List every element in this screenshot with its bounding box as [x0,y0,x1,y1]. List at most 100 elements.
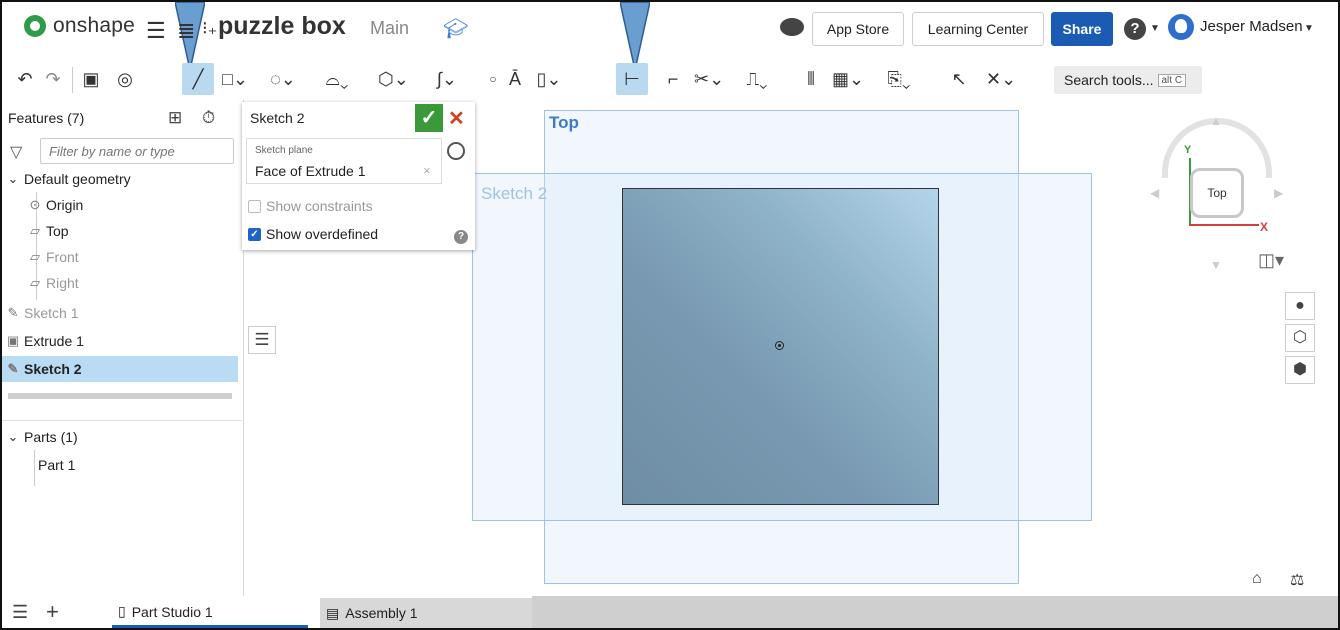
default-geometry-group[interactable]: ⌄ Default geometry [2,166,242,192]
help-caret-icon[interactable]: ▼ [1150,23,1160,34]
search-shortcut-badge: alt C [1157,73,1187,87]
pattern-tool-icon[interactable]: ▦⌄ [832,63,864,95]
view-cube-up-arrow-icon[interactable]: ▲ [1210,114,1222,128]
feature-extrude-1[interactable]: ▣ Extrude 1 [2,328,242,354]
feature-sketch-2[interactable]: ✎ Sketch 2 [2,356,238,382]
offset-tool-icon[interactable]: ⎍⌄ [744,63,770,95]
explode-view-icon[interactable]: ⬢ [1285,356,1315,384]
feature-sketch-1[interactable]: ✎ Sketch 1 [2,300,242,326]
feature-origin[interactable]: ⊙ Origin [2,192,242,218]
sketch-pencil-icon: ✎ [7,361,19,376]
import-dxf-icon[interactable]: ⎘⌄ [886,63,912,95]
add-tab-plus-icon[interactable]: + [46,599,59,625]
dimension-tool-icon[interactable]: ⊢ [616,63,648,95]
tab-bar-left: ☰ + ▯ Part Studio 1 ▤ Assembly 1 [2,596,532,628]
accept-check-icon[interactable]: ✓ [415,104,443,132]
text-tool-icon[interactable]: Ā [502,63,528,95]
add-folder-icon[interactable]: ⊞ [168,108,182,128]
construction-tool-icon[interactable]: ▯⌄ [536,63,562,95]
feature-top-plane[interactable]: ▱ Top [2,218,242,244]
use-icon[interactable]: ◎ [112,63,138,95]
feature-label: Origin [46,197,84,213]
fillet-tool-icon[interactable]: ⌐ [660,63,686,95]
comment-icon[interactable] [780,18,804,36]
section-view-icon[interactable]: ⬡ [1285,324,1315,352]
feature-list-icon[interactable]: ≣ [177,18,195,44]
feature-front-plane[interactable]: ▱ Front [2,244,242,270]
branch-label[interactable]: Main [370,18,409,39]
intersection-tool-icon[interactable]: ✕⌄ [986,63,1016,95]
redo-icon[interactable]: ↷ [40,63,66,95]
view-cube-right-arrow-icon[interactable]: ▶ [1274,186,1283,200]
origin-point-icon[interactable] [775,341,784,350]
feature-list-header: Features (7) ⊞ ⏱ [2,100,242,136]
app-store-button[interactable]: App Store [812,12,904,46]
assembly-icon: ▤ [326,604,340,621]
sketch-dialog-title: Sketch 2 [250,110,305,126]
rollback-bar[interactable] [8,393,232,399]
appearance-icon[interactable]: ● [1285,292,1315,320]
user-avatar[interactable] [1168,14,1194,40]
hamburger-menu-icon[interactable]: ☰ [146,18,166,44]
share-button[interactable]: Share [1051,12,1113,46]
learning-cap-icon[interactable]: 🎓︎ [443,16,468,41]
sketch-list-toggle-icon[interactable]: ☰ [248,326,276,354]
onshape-logo[interactable]: onshape [24,14,135,38]
line-tool-icon[interactable]: ╱ [182,63,214,95]
history-clock-icon[interactable] [447,142,465,160]
show-overdefined-checkbox[interactable]: ✓ Show overdefined [248,224,458,244]
sketch-icon[interactable]: ▣ [78,63,104,95]
feature-label: Front [46,249,79,265]
tab-assembly-1[interactable]: ▤ Assembly 1 [320,598,532,628]
onshape-logo-icon [24,15,46,37]
circle-tool-icon[interactable]: ◌⌄ [270,63,296,95]
plane-icon: ▱ [30,275,40,290]
sketch-dialog: Sketch 2 ✓ ✕ Sketch plane Face of Extrud… [242,102,475,250]
transform-tool-icon[interactable]: ↖ [946,63,972,95]
user-name[interactable]: Jesper Madsen [1200,18,1303,35]
mirror-tool-icon[interactable]: ⫴ [798,63,824,95]
feature-filter-input[interactable] [40,138,234,164]
rebuild-timer-icon[interactable]: ⏱ [202,108,215,128]
polygon-tool-icon[interactable]: ⬡⌄ [378,63,409,95]
x-axis-line [1189,224,1259,226]
tab-part-studio-1[interactable]: ▯ Part Studio 1 [112,598,308,628]
measure-tool-icon[interactable]: ⌂ [1252,570,1262,588]
document-title[interactable]: puzzle box [218,12,346,41]
filter-funnel-icon[interactable]: ▽ [10,142,22,162]
sketch-plane-field[interactable]: Sketch plane Face of Extrude 1 × [246,138,442,184]
parts-group[interactable]: ⌄ Parts (1) [2,424,242,450]
view-cube-top-face[interactable]: Top [1190,168,1244,218]
help-icon[interactable]: ? [1124,18,1146,40]
clear-selection-icon[interactable]: × [423,163,431,178]
show-constraints-checkbox[interactable]: Show constraints [248,196,458,216]
arc-tool-icon[interactable]: ⌓⌄ [324,63,350,95]
extrude-icon: ▣ [6,333,20,348]
view-cube-left-arrow-icon[interactable]: ◀ [1150,186,1159,200]
part-label: Part 1 [38,457,76,473]
search-tools-input[interactable]: Search tools... alt C [1054,66,1202,94]
toolbar-divider [72,67,73,93]
part-item[interactable]: Part 1 [2,452,242,478]
view-cube-down-arrow-icon[interactable]: ▼ [1210,258,1222,272]
help-question-icon[interactable]: ? [454,230,468,244]
version-graph-icon[interactable]: ⁝₊ [202,18,217,39]
feature-label: Top [46,223,69,239]
user-menu-caret-icon[interactable]: ▼ [1304,23,1314,34]
spline-tool-icon[interactable]: ∫⌄ [434,63,460,95]
tab-filter-icon[interactable]: ☰ [12,602,28,623]
view-cube-menu-icon[interactable]: ◫▾ [1258,250,1284,271]
features-title: Features (7) [8,110,85,126]
learning-center-button[interactable]: Learning Center [912,12,1044,46]
onshape-window: onshape ☰ ≣ ⁝₊ puzzle box Main 🎓︎ App St… [0,0,1340,630]
sketch-toolbar: ↶ ↷ ▣ ◎ ╱ □⌄ ◌⌄ ⌓⌄ ⬡⌄ ∫⌄ ○ Ā ▯⌄ ⊢ ⌐ ✂⌄ ⎍… [2,60,1338,100]
default-geometry-label: Default geometry [24,171,131,187]
rectangle-tool-icon[interactable]: □⌄ [222,63,248,95]
cancel-x-icon[interactable]: ✕ [448,106,465,131]
mass-properties-icon[interactable]: ⚖ [1290,570,1304,590]
trim-tool-icon[interactable]: ✂⌄ [694,63,724,95]
plane-icon: ▱ [30,249,40,264]
undo-icon[interactable]: ↶ [12,63,38,95]
extrude-face[interactable] [622,188,939,505]
feature-right-plane[interactable]: ▱ Right [2,270,242,296]
